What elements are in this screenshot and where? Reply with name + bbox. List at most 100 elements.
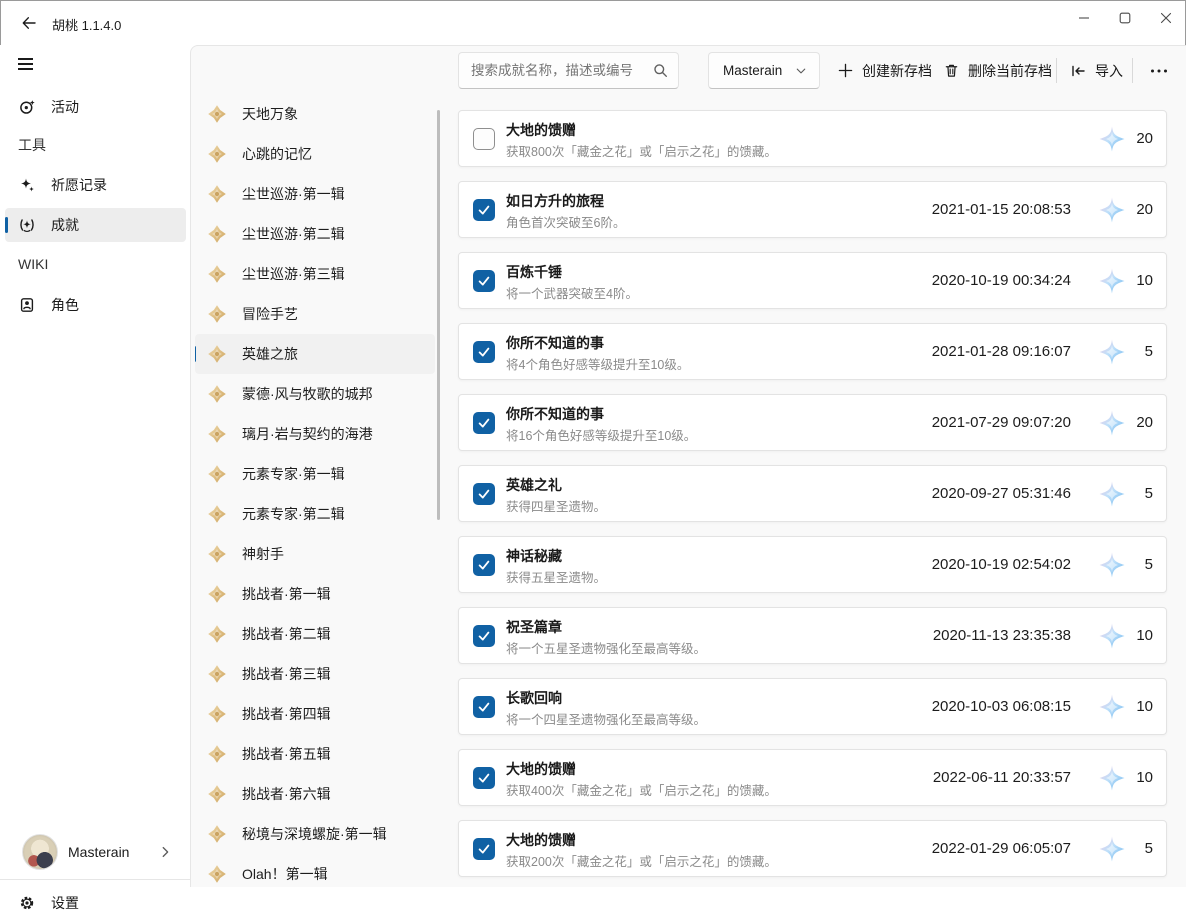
category-emblem-icon: [207, 624, 227, 644]
maximize-button[interactable]: [1104, 0, 1145, 36]
category-item[interactable]: 元素专家·第二辑: [195, 494, 435, 534]
nav-menu-button[interactable]: [13, 53, 41, 75]
achievement-checkbox[interactable]: [473, 554, 495, 576]
achievement-card[interactable]: 如日方升的旅程 角色首次突破至6阶。 2021-01-15 20:08:53 2…: [458, 181, 1167, 238]
sidebar-header-tools: 工具: [18, 135, 46, 155]
achievement-card[interactable]: 大地的馈赠 获取800次「藏金之花」或「启示之花」的馈藏。 20: [458, 110, 1167, 167]
achievement-date: 2020-10-03 06:08:15: [932, 698, 1071, 715]
activity-icon: [19, 99, 35, 115]
achievement-card[interactable]: 长歌回响 将一个四星圣遗物强化至最高等级。 2020-10-03 06:08:1…: [458, 678, 1167, 735]
category-item[interactable]: 蒙德·风与牧歌的城邦: [195, 374, 435, 414]
achievement-reward: 20: [1125, 130, 1153, 147]
achievement-card[interactable]: 百炼千锤 将一个武器突破至4阶。 2020-10-19 00:34:24 10: [458, 252, 1167, 309]
category-label: 璃月·岩与契约的海港: [242, 424, 373, 444]
category-label: 尘世巡游·第一辑: [242, 184, 345, 204]
achievement-date: 2021-07-29 09:07:20: [932, 414, 1071, 431]
create-archive-button[interactable]: 创建新存档: [832, 52, 938, 89]
achievement-card[interactable]: 祝圣篇章 将一个五星圣遗物强化至最高等级。 2020-11-13 23:35:3…: [458, 607, 1167, 664]
category-label: 英雄之旅: [242, 344, 298, 364]
category-item[interactable]: 秘境与深境螺旋·第一辑: [195, 814, 435, 854]
category-label: 挑战者·第三辑: [242, 664, 331, 684]
titlebar: 胡桃 1.1.4.0: [0, 0, 1186, 45]
close-button[interactable]: [1145, 0, 1186, 36]
category-item[interactable]: 尘世巡游·第二辑: [195, 214, 435, 254]
category-item[interactable]: 心跳的记忆: [195, 134, 435, 174]
achievement-card[interactable]: 英雄之礼 获得四星圣遗物。 2020-09-27 05:31:46 5: [458, 465, 1167, 522]
more-options-button[interactable]: [1140, 52, 1178, 89]
category-item[interactable]: 挑战者·第六辑: [195, 774, 435, 814]
chevron-down-icon: [795, 65, 807, 77]
achievement-title: 祝圣篇章: [506, 617, 562, 637]
category-item[interactable]: 尘世巡游·第三辑: [195, 254, 435, 294]
achievement-date: 2020-11-13 23:35:38: [933, 627, 1071, 644]
category-emblem-icon: [207, 464, 227, 484]
category-item[interactable]: 挑战者·第四辑: [195, 694, 435, 734]
achievement-title: 大地的馈赠: [506, 120, 576, 140]
category-emblem-icon: [207, 144, 227, 164]
sidebar-item-activity[interactable]: 活动: [5, 90, 186, 124]
user-account-button[interactable]: Masterain: [0, 828, 190, 876]
checkmark-icon: [477, 345, 491, 359]
achievement-checkbox[interactable]: [473, 625, 495, 647]
achievement-reward: 20: [1125, 201, 1153, 218]
category-item[interactable]: 挑战者·第三辑: [195, 654, 435, 694]
category-label: 神射手: [242, 544, 284, 564]
achievement-description: 将一个四星圣遗物强化至最高等级。: [506, 709, 706, 728]
primogem-icon: [1099, 197, 1125, 223]
category-emblem-icon: [207, 424, 227, 444]
category-item[interactable]: 英雄之旅: [195, 334, 435, 374]
search-icon: [653, 63, 668, 78]
category-emblem-icon: [207, 384, 227, 404]
achievement-card[interactable]: 神话秘藏 获得五星圣遗物。 2020-10-19 02:54:02 5: [458, 536, 1167, 593]
achievement-card[interactable]: 大地的馈赠 获取400次「藏金之花」或「启示之花」的馈藏。 2022-06-11…: [458, 749, 1167, 806]
sidebar-item-wish-records[interactable]: 祈愿记录: [5, 168, 186, 202]
sidebar-header-wiki: WIKI: [18, 256, 48, 272]
category-item[interactable]: 神射手: [195, 534, 435, 574]
character-icon: [19, 297, 35, 313]
sidebar-item-settings[interactable]: 设置: [5, 886, 186, 920]
category-label: 挑战者·第四辑: [242, 704, 331, 724]
category-item[interactable]: 冒险手艺: [195, 294, 435, 334]
achievement-checkbox[interactable]: [473, 838, 495, 860]
category-emblem-icon: [207, 264, 227, 284]
category-item[interactable]: 天地万象: [195, 94, 435, 134]
achievement-title: 你所不知道的事: [506, 404, 604, 424]
achievement-checkbox[interactable]: [473, 341, 495, 363]
search-input[interactable]: [458, 52, 679, 89]
category-item[interactable]: 璃月·岩与契约的海港: [195, 414, 435, 454]
category-item[interactable]: 尘世巡游·第一辑: [195, 174, 435, 214]
category-label: 元素专家·第一辑: [242, 464, 345, 484]
minimize-button[interactable]: [1063, 0, 1104, 36]
achievement-checkbox[interactable]: [473, 767, 495, 789]
delete-archive-button[interactable]: 删除当前存档: [938, 52, 1058, 89]
category-scrollbar[interactable]: [437, 110, 440, 520]
achievement-checkbox[interactable]: [473, 412, 495, 434]
sidebar: 活动 工具 祈愿记录 成就 WIKI 角色 Masterain: [0, 45, 190, 887]
achievement-title: 大地的馈赠: [506, 759, 576, 779]
back-button[interactable]: [14, 11, 44, 35]
achievement-card[interactable]: 你所不知道的事 将16个角色好感等级提升至10级。 2021-07-29 09:…: [458, 394, 1167, 451]
category-item[interactable]: 挑战者·第五辑: [195, 734, 435, 774]
achievement-title: 长歌回响: [506, 688, 562, 708]
achievement-card[interactable]: 大地的馈赠 获取200次「藏金之花」或「启示之花」的馈藏。 2022-01-29…: [458, 820, 1167, 877]
import-button[interactable]: 导入: [1064, 52, 1129, 89]
category-item[interactable]: 元素专家·第一辑: [195, 454, 435, 494]
achievement-description: 获取200次「藏金之花」或「启示之花」的馈藏。: [506, 851, 777, 870]
category-item[interactable]: Olah！第一辑: [195, 854, 435, 887]
category-label: 挑战者·第五辑: [242, 744, 331, 764]
sidebar-item-character[interactable]: 角色: [5, 288, 186, 322]
category-item[interactable]: 挑战者·第一辑: [195, 574, 435, 614]
achievement-description: 将一个武器突破至4阶。: [506, 283, 638, 302]
achievement-reward: 10: [1125, 698, 1153, 715]
sidebar-item-achievements[interactable]: 成就: [5, 208, 186, 242]
achievement-card[interactable]: 你所不知道的事 将4个角色好感等级提升至10级。 2021-01-28 09:1…: [458, 323, 1167, 380]
minimize-icon: [1078, 12, 1090, 24]
achievement-checkbox[interactable]: [473, 696, 495, 718]
achievement-checkbox[interactable]: [473, 483, 495, 505]
plus-icon: [838, 63, 853, 78]
achievement-checkbox[interactable]: [473, 128, 495, 150]
archive-selector[interactable]: Masterain: [708, 52, 820, 89]
category-item[interactable]: 挑战者·第二辑: [195, 614, 435, 654]
achievement-checkbox[interactable]: [473, 199, 495, 221]
achievement-checkbox[interactable]: [473, 270, 495, 292]
